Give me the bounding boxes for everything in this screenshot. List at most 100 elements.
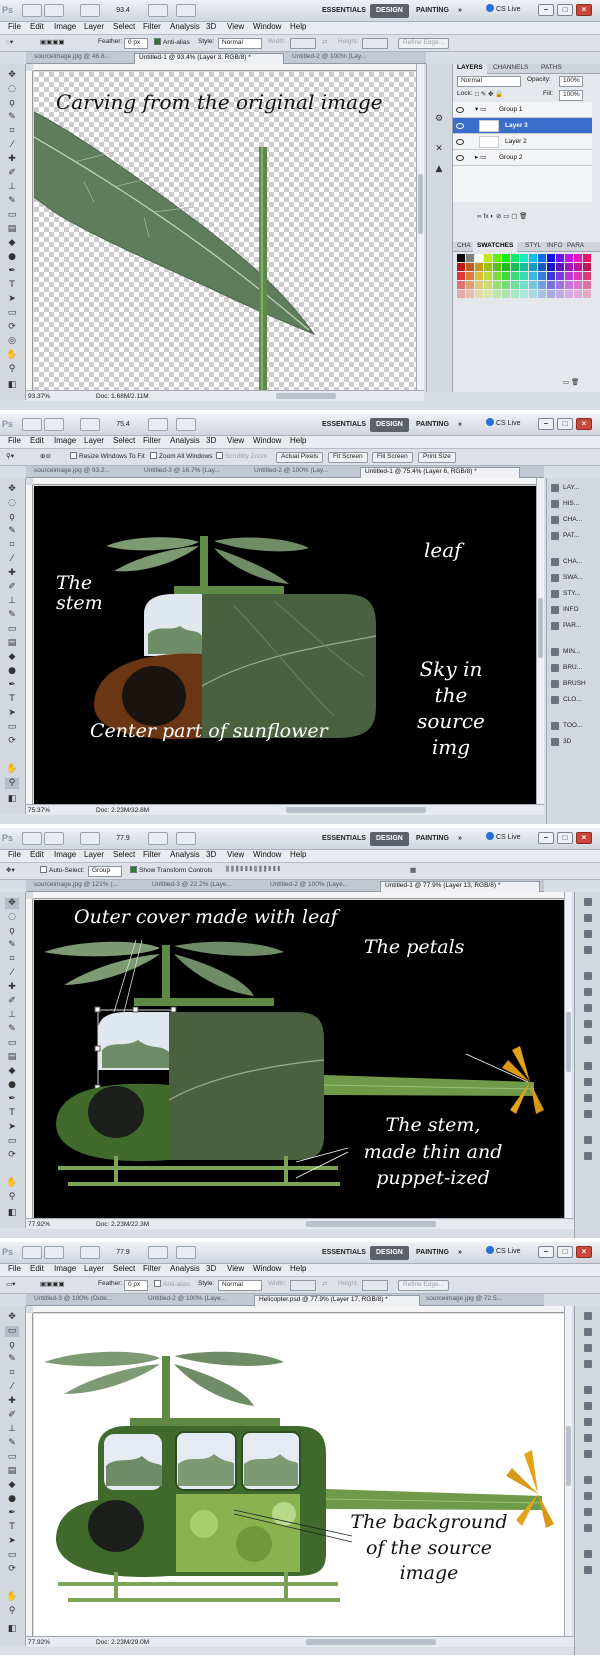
dock-label-clone-source[interactable]: CLO... — [563, 696, 582, 703]
color-swatch[interactable] — [583, 254, 591, 262]
color-swatch[interactable] — [547, 254, 555, 262]
color-swatch[interactable] — [484, 281, 492, 289]
workspace-design[interactable]: DESIGN — [370, 4, 409, 18]
print-size-button[interactable]: Print Size — [418, 452, 456, 463]
color-swatch[interactable] — [475, 281, 483, 289]
feather-input[interactable]: 0 px — [124, 1280, 148, 1291]
horizontal-scroll-thumb[interactable] — [306, 1221, 436, 1227]
color-swatch[interactable] — [520, 254, 528, 262]
type-tool-icon[interactable]: T — [5, 694, 19, 705]
dock-icon-paragraph[interactable] — [584, 1036, 592, 1044]
tab-styles[interactable]: STYL — [521, 242, 545, 252]
crop-tool-icon[interactable]: ⌗ — [5, 126, 19, 137]
quick-select-tool-icon[interactable]: ✎ — [5, 112, 19, 123]
color-swatch[interactable] — [556, 290, 564, 298]
healing-tool-icon[interactable]: ✚ — [5, 568, 19, 579]
dock-icon-tool-presets[interactable] — [584, 1550, 592, 1558]
dock-icon-mini-bridge[interactable] — [584, 1476, 592, 1484]
menu-file[interactable]: File — [8, 850, 21, 863]
tab-untitled-2[interactable]: Untitled-2 @ 100% (Lay... — [288, 53, 418, 64]
quick-select-tool-icon[interactable]: ✎ — [5, 940, 19, 951]
menu-image[interactable]: Image — [54, 436, 76, 449]
dock-icon-mini-bridge[interactable] — [551, 648, 559, 656]
dock-icon-swatches[interactable] — [551, 574, 559, 582]
workspace-painting[interactable]: PAINTING — [410, 418, 455, 432]
dock-icon-info[interactable] — [584, 1020, 592, 1028]
marquee-tool-icon[interactable]: ▭ — [5, 1326, 19, 1337]
arrange-documents-button[interactable] — [148, 1246, 168, 1259]
color-swatch[interactable] — [457, 254, 465, 262]
color-swatch[interactable] — [529, 281, 537, 289]
3d-camera-icon[interactable]: ◎ — [5, 336, 19, 347]
maximize-button[interactable]: □ — [557, 418, 573, 430]
healing-tool-icon[interactable]: ✚ — [5, 982, 19, 993]
dodge-tool-icon[interactable]: ● — [5, 1080, 19, 1091]
height-input[interactable] — [362, 1280, 388, 1291]
screen-mode-button[interactable] — [176, 1246, 196, 1259]
stamp-tool-icon[interactable]: ⊥ — [5, 182, 19, 193]
menu-file[interactable]: File — [8, 22, 21, 35]
color-swatch[interactable] — [493, 263, 501, 271]
eraser-tool-icon[interactable]: ▭ — [5, 1452, 19, 1463]
color-swatch[interactable] — [538, 272, 546, 280]
color-swatch[interactable] — [520, 263, 528, 271]
color-swatch[interactable] — [502, 272, 510, 280]
color-swatch[interactable] — [466, 263, 474, 271]
bridge-button[interactable] — [22, 832, 42, 845]
dock-icon-styles[interactable] — [551, 590, 559, 598]
zoom-level-field[interactable]: 75.4 — [108, 418, 138, 431]
color-swatch[interactable] — [475, 263, 483, 271]
close-button[interactable]: × — [576, 4, 592, 16]
3d-rotate-icon[interactable]: ⟳ — [5, 1564, 19, 1575]
tab-sourceimage[interactable]: sourceimage.jpg @ 72.5... — [422, 1295, 538, 1306]
zoom-tool-icon[interactable]: ⚲ — [5, 778, 19, 789]
menu-analysis[interactable]: Analysis — [170, 850, 200, 863]
blur-tool-icon[interactable]: ◆ — [5, 652, 19, 663]
dock-icon-brush[interactable] — [551, 680, 559, 688]
dock-label-history[interactable]: HIS... — [563, 500, 579, 507]
blend-mode-select[interactable]: Normal — [457, 76, 521, 87]
horizontal-scroll-thumb[interactable] — [276, 393, 336, 399]
color-swatch[interactable] — [538, 290, 546, 298]
document-canvas[interactable]: The background of the source image — [34, 1314, 564, 1636]
color-swatch[interactable] — [466, 290, 474, 298]
cs-live-button[interactable]: CS Live — [486, 418, 521, 432]
style-select[interactable]: Normal — [218, 1280, 262, 1291]
path-select-icon[interactable]: ➤ — [5, 1536, 19, 1547]
healing-tool-icon[interactable]: ✚ — [5, 1396, 19, 1407]
dock-icon-brush[interactable] — [584, 1508, 592, 1516]
pen-tool-icon[interactable]: ✒ — [5, 680, 19, 691]
color-swatches-icon[interactable]: ◧ — [5, 1624, 19, 1635]
color-swatches-icon[interactable]: ◧ — [5, 380, 19, 391]
fit-screen-button[interactable]: Fit Screen — [328, 452, 368, 463]
menu-help[interactable]: Help — [290, 850, 306, 863]
menu-help[interactable]: Help — [290, 436, 306, 449]
horizontal-scroll-thumb[interactable] — [306, 1639, 436, 1645]
minimize-button[interactable]: – — [538, 832, 554, 844]
dock-icon-character[interactable] — [584, 972, 592, 980]
color-swatch[interactable] — [475, 254, 483, 262]
dock-icon-mini-bridge[interactable] — [584, 1062, 592, 1070]
menu-help[interactable]: Help — [290, 22, 306, 35]
stamp-tool-icon[interactable]: ⊥ — [5, 1010, 19, 1021]
tab-untitled-1[interactable]: Untitled-1 @ 93.4% (Layer 3, RGB/8) * — [134, 53, 284, 64]
dock-icon-clone-source[interactable] — [584, 1110, 592, 1118]
menu-view[interactable]: View — [227, 1264, 244, 1277]
quick-select-tool-icon[interactable]: ✎ — [5, 1354, 19, 1365]
antialias-checkbox[interactable]: Anti-alias — [154, 1280, 190, 1291]
visibility-eye-icon[interactable] — [456, 155, 464, 161]
minimize-button[interactable]: – — [538, 1246, 554, 1258]
swatch-grid[interactable] — [457, 254, 593, 304]
menu-filter[interactable]: Filter — [143, 1264, 161, 1277]
shape-tool-icon[interactable]: ▭ — [5, 1136, 19, 1147]
menu-image[interactable]: Image — [54, 1264, 76, 1277]
tab-sourceimage[interactable]: sourceimage.jpg @ 46.8... — [30, 53, 130, 64]
menu-3d[interactable]: 3D — [206, 436, 216, 449]
tab-character[interactable]: CHA — [453, 242, 475, 252]
menu-3d[interactable]: 3D — [206, 1264, 216, 1277]
color-swatch[interactable] — [538, 263, 546, 271]
dock-icon-swatches[interactable] — [584, 988, 592, 996]
mini-bridge-button[interactable] — [44, 418, 64, 431]
color-swatch[interactable] — [502, 254, 510, 262]
3d-rotate-icon[interactable]: ⟳ — [5, 736, 19, 747]
